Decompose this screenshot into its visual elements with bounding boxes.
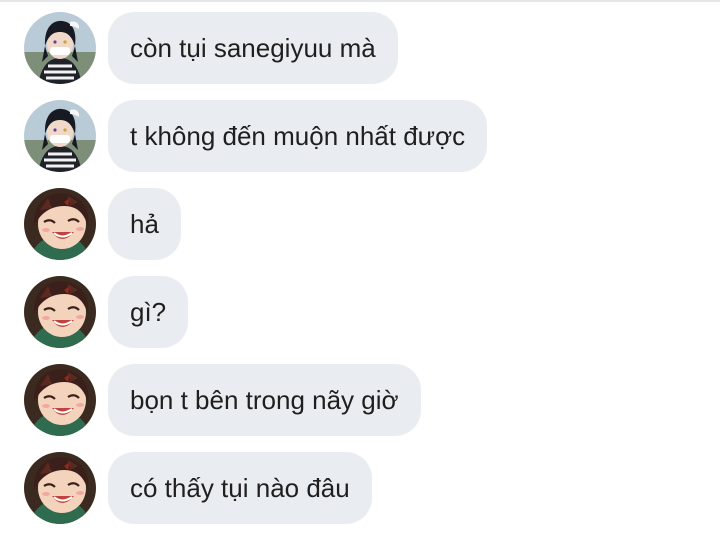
- top-divider: [0, 0, 720, 2]
- message-row: có thấy tụi nào đâu: [0, 452, 720, 540]
- message-row: bọn t bên trong nãy giờ: [0, 364, 720, 452]
- message-row: hả: [0, 188, 720, 276]
- tanjiro-avatar[interactable]: [24, 188, 96, 260]
- message-row: còn tụi sanegiyuu mà: [0, 12, 720, 100]
- message-bubble[interactable]: có thấy tụi nào đâu: [108, 452, 372, 524]
- message-bubble[interactable]: bọn t bên trong nãy giờ: [108, 364, 421, 436]
- tanjiro-avatar[interactable]: [24, 276, 96, 348]
- message-bubble[interactable]: t không đến muộn nhất được: [108, 100, 488, 172]
- tanjiro-avatar[interactable]: [24, 452, 96, 524]
- message-row: gì?: [0, 276, 720, 364]
- message-row: t không đến muộn nhất được: [0, 100, 720, 188]
- chat-thread[interactable]: còn tụi sanegiyuu mà t không đến muộn nh…: [0, 12, 720, 540]
- message-bubble[interactable]: còn tụi sanegiyuu mà: [108, 12, 398, 84]
- message-bubble[interactable]: hả: [108, 188, 181, 260]
- obanai-avatar[interactable]: [24, 100, 96, 172]
- tanjiro-avatar[interactable]: [24, 364, 96, 436]
- message-bubble[interactable]: gì?: [108, 276, 189, 348]
- obanai-avatar[interactable]: [24, 12, 96, 84]
